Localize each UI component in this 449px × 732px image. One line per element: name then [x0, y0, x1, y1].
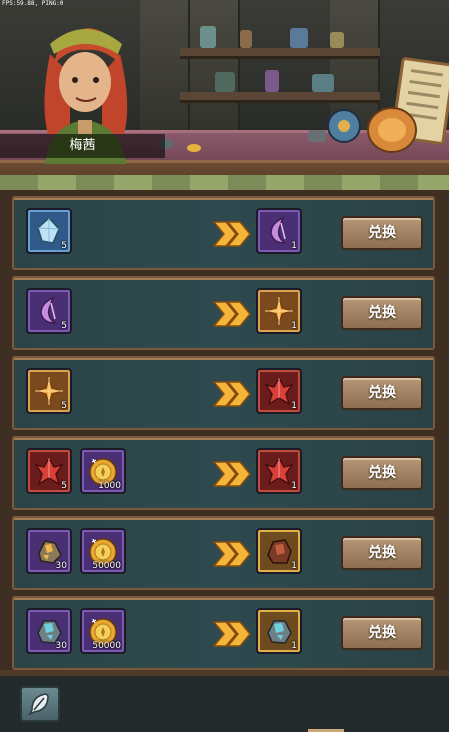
input-item-slot[interactable]: 5 [26, 288, 72, 334]
input-item-slot[interactable]: 30 [26, 608, 72, 654]
item-count: 5 [61, 321, 67, 331]
arrow-right-icon [212, 621, 251, 647]
shelf [180, 48, 380, 59]
item-count: 1000 [98, 481, 121, 491]
item-count: 1 [291, 481, 297, 491]
item-count: 1 [291, 321, 297, 331]
input-item-slot[interactable]: 50000 [80, 528, 126, 574]
wall-plank [190, 0, 240, 130]
input-item-slot[interactable]: 1000 [80, 448, 126, 494]
exchange-list[interactable]: 5 1 兑换 5 1 兑换 5 1 兑换 5 1000 1 兑换 30 5000… [0, 190, 449, 670]
jar-icon [312, 74, 334, 92]
input-item-slot[interactable]: 30 [26, 528, 72, 574]
exchange-button[interactable]: 兑换 [341, 376, 423, 410]
exchange-row: 30 50000 1 兑换 [12, 516, 435, 590]
feather-icon [28, 693, 49, 716]
arrow-right-icon [212, 301, 251, 327]
exchange-row: 5 1 兑换 [12, 196, 435, 270]
exchange-button[interactable]: 兑换 [341, 456, 423, 490]
arrow-right-icon [212, 221, 251, 247]
item-count: 5 [61, 401, 67, 411]
jar-icon [240, 30, 252, 48]
arrow-right-icon [212, 461, 251, 487]
counter-goods-icon [308, 107, 417, 153]
jar-icon [290, 28, 308, 48]
feather-button[interactable] [20, 686, 60, 722]
input-item-slot[interactable]: 50000 [80, 608, 126, 654]
item-count: 5 [61, 241, 67, 251]
awning [0, 175, 449, 190]
exchange-button[interactable]: 兑换 [341, 616, 423, 650]
jar-icon [200, 26, 216, 48]
output-item-slot[interactable]: 1 [256, 288, 302, 334]
exchange-row: 5 1000 1 兑换 [12, 436, 435, 510]
exchange-row: 30 50000 1 兑换 [12, 596, 435, 670]
item-count: 5 [61, 481, 67, 491]
output-item-slot[interactable]: 1 [256, 368, 302, 414]
input-item-slot[interactable]: 5 [26, 448, 72, 494]
fps-readout: FPS:59.88, PING:0 [2, 0, 64, 7]
output-item-slot[interactable]: 1 [256, 208, 302, 254]
input-item-slot[interactable]: 5 [26, 368, 72, 414]
exchange-row: 5 1 兑换 [12, 356, 435, 430]
item-count: 30 [55, 561, 67, 571]
output-item-slot[interactable]: 1 [256, 608, 302, 654]
npc-name-label: 梅茜 [0, 134, 165, 158]
exchange-button[interactable]: 兑换 [341, 216, 423, 250]
exchange-button[interactable]: 兑换 [341, 296, 423, 330]
item-count: 50000 [92, 561, 121, 571]
jar-icon [265, 70, 279, 92]
exchange-row: 5 1 兑换 [12, 276, 435, 350]
shop-scene: 梅茜 [0, 0, 449, 190]
item-count: 1 [291, 241, 297, 251]
wall-plank [140, 0, 190, 130]
item-count: 30 [55, 641, 67, 651]
item-count: 1 [291, 401, 297, 411]
item-count: 50000 [92, 641, 121, 651]
item-count: 1 [291, 561, 297, 571]
output-item-slot[interactable]: 1 [256, 448, 302, 494]
jar-icon [215, 72, 235, 92]
input-item-slot[interactable]: 5 [26, 208, 72, 254]
jar-icon [330, 32, 344, 48]
bottom-bar [0, 670, 449, 732]
arrow-right-icon [212, 541, 251, 567]
item-count: 1 [291, 641, 297, 651]
output-item-slot[interactable]: 1 [256, 528, 302, 574]
exchange-button[interactable]: 兑换 [341, 536, 423, 570]
arrow-right-icon [212, 381, 251, 407]
